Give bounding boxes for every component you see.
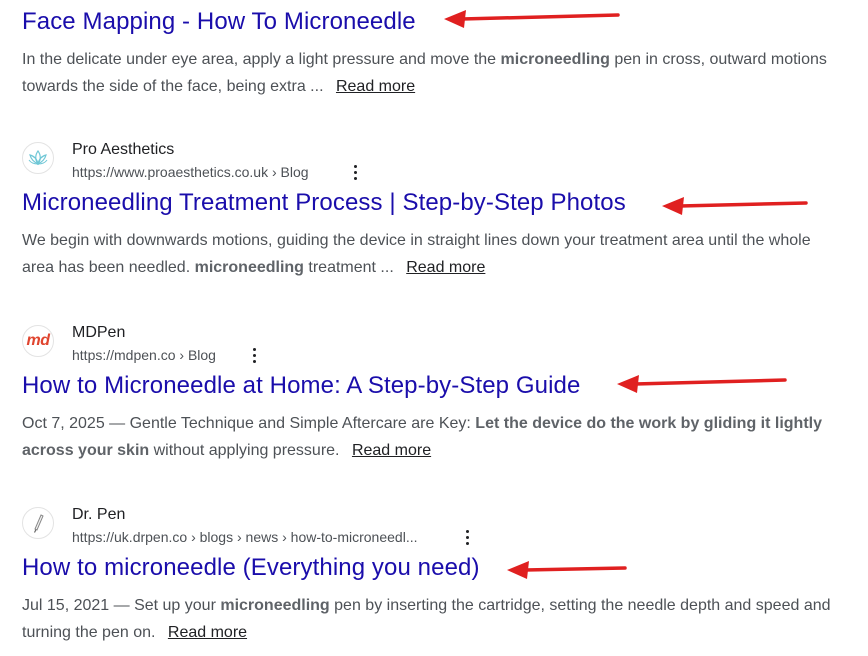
snippet-text: Jul 15, 2021 — Set up your [22,597,221,614]
red-arrow-left-icon [507,561,627,579]
snippet-text: Oct 7, 2025 — Gentle Technique and Simpl… [22,415,476,432]
snippet-text: In the delicate under eye area, apply a … [22,51,501,68]
red-arrow-left-icon [617,375,787,393]
red-arrow-left-icon [444,10,620,28]
result-snippet: Jul 15, 2021 — Set up your microneedling… [22,592,842,646]
site-url: https://www.proaesthetics.co.uk › Blog [72,164,309,180]
site-url: https://uk.drpen.co › blogs › news › how… [72,529,418,545]
snippet-text: without applying pressure. [149,442,340,459]
read-more-link[interactable]: Read more [406,259,485,276]
result-snippet: We begin with downwards motions, guiding… [22,227,842,281]
result-snippet: In the delicate under eye area, apply a … [22,46,842,100]
result-title-link[interactable]: Face Mapping - How To Microneedle [22,6,416,38]
result-title-link[interactable]: How to Microneedle at Home: A Step-by-St… [22,370,580,402]
site-name: Dr. Pen [72,506,126,523]
snippet-bold: microneedling [194,259,304,276]
read-more-link[interactable]: Read more [336,78,415,95]
lotus-icon [22,142,54,174]
more-options-icon[interactable] [246,346,262,364]
snippet-bold: microneedling [500,51,610,68]
md-logo-icon: md [22,325,54,357]
search-result-1: Face Mapping - How To Microneedle In the… [22,5,842,100]
snippet-text: treatment ... [303,259,394,276]
site-url: https://mdpen.co › Blog [72,347,216,363]
result-site-header[interactable]: Pro Aesthetics https://www.proaesthetics… [22,140,842,186]
result-title-link[interactable]: Microneedling Treatment Process | Step-b… [22,187,626,219]
read-more-link[interactable]: Read more [168,624,247,641]
result-site-header[interactable]: md MDPen https://mdpen.co › Blog [22,323,842,369]
site-name: MDPen [72,324,126,341]
result-site-header[interactable]: Dr. Pen https://uk.drpen.co › blogs › ne… [22,505,842,551]
more-options-icon[interactable] [459,528,475,546]
md-logo-text: md [26,332,51,349]
read-more-link[interactable]: Read more [352,442,431,459]
result-title-link[interactable]: How to microneedle (Everything you need) [22,552,480,584]
pen-icon [22,507,54,539]
result-title-row: How to microneedle (Everything you need) [22,551,842,585]
search-result-4: Dr. Pen https://uk.drpen.co › blogs › ne… [22,505,842,646]
snippet-bold: microneedling [220,597,330,614]
result-snippet: Oct 7, 2025 — Gentle Technique and Simpl… [22,410,842,464]
site-name: Pro Aesthetics [72,141,175,158]
result-title-row: Face Mapping - How To Microneedle [22,5,842,39]
red-arrow-left-icon [662,197,808,215]
more-options-icon[interactable] [347,163,363,181]
